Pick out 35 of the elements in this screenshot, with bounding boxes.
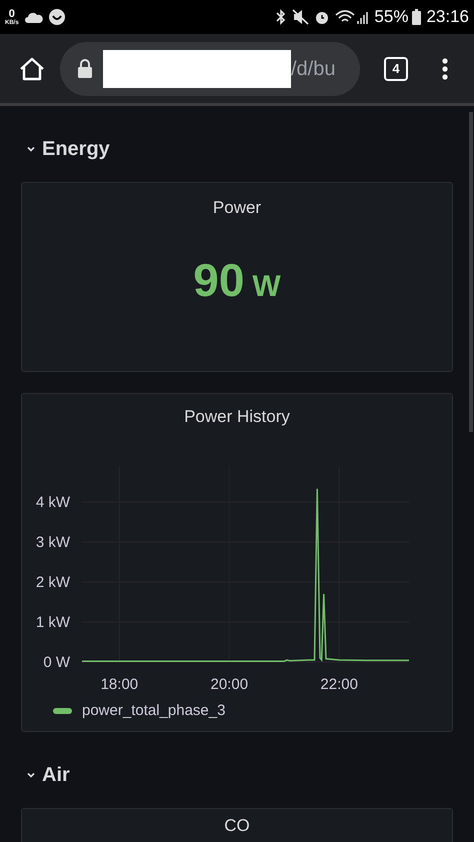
smiley-icon bbox=[48, 9, 65, 25]
battery-percent: 55% bbox=[374, 6, 408, 28]
axis-label: 3 kW bbox=[36, 534, 70, 550]
panel-title: Power bbox=[212, 197, 262, 219]
legend-swatch bbox=[53, 708, 72, 714]
home-icon bbox=[19, 56, 45, 80]
chevron-icon bbox=[26, 144, 36, 154]
address-bar[interactable]: /d/bu bbox=[60, 42, 360, 96]
axis-label: 4 kW bbox=[36, 494, 70, 510]
more-options-icon[interactable] bbox=[442, 58, 448, 80]
stat-unit: W bbox=[252, 272, 281, 302]
signal-icon bbox=[357, 10, 370, 24]
stat-value: 90 bbox=[193, 256, 244, 302]
cloud-icon bbox=[24, 12, 43, 22]
section-header[interactable]: Energy bbox=[26, 134, 474, 164]
clock-time: 23:16 bbox=[426, 6, 469, 28]
legend-label[interactable]: power_total_phase_3 bbox=[82, 700, 226, 722]
section-header[interactable]: Air bbox=[26, 760, 474, 790]
axis-label: 18:00 bbox=[100, 676, 138, 692]
axis-label: 2 kW bbox=[36, 574, 70, 590]
panel-title: CO bbox=[224, 817, 250, 834]
chevron-icon bbox=[26, 770, 36, 780]
panel-title: Power History bbox=[184, 406, 290, 428]
axis-label: 20:00 bbox=[210, 676, 248, 692]
network-speed: 0 bbox=[8, 8, 15, 20]
axis-label: 1 kW bbox=[36, 614, 70, 630]
url-text: /d/bu bbox=[291, 56, 336, 82]
axis-label: 22:00 bbox=[320, 676, 358, 692]
mute-icon bbox=[292, 9, 310, 25]
tab-count-button[interactable]: 4 bbox=[384, 56, 408, 80]
lock-icon bbox=[77, 59, 93, 78]
alarm-icon bbox=[314, 9, 330, 25]
bluetooth-icon bbox=[276, 9, 286, 25]
battery-icon bbox=[412, 9, 422, 25]
axis-label: 0 W bbox=[43, 654, 70, 670]
